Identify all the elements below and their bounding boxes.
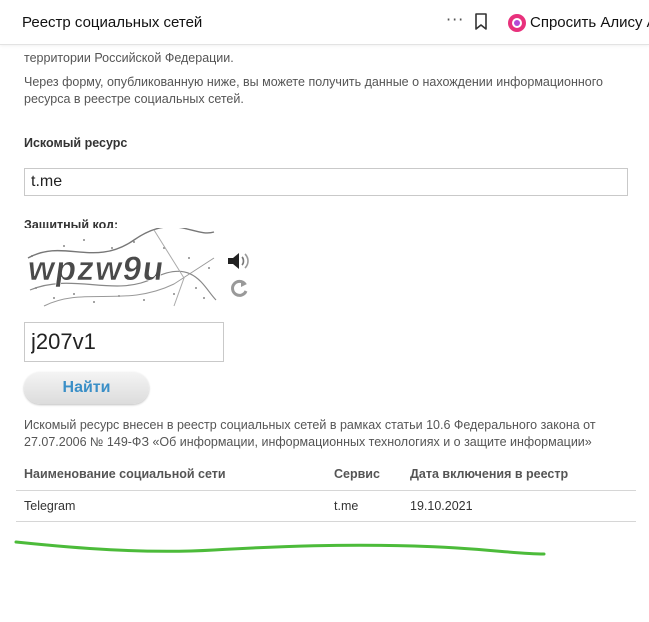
header-inclusion-date: Дата включения в реестр <box>402 458 636 491</box>
intro-paragraph: Через форму, опубликованную ниже, вы мож… <box>24 75 603 106</box>
cell-service: t.me <box>326 490 402 522</box>
ask-alice-label: Спросить Алису А <box>530 14 649 31</box>
table-header-row: Наименование социальной сети Сервис Дата… <box>16 458 636 491</box>
page-title: Реестр социальных сетей <box>22 14 203 31</box>
cell-inclusion-date: 19.10.2021 <box>402 490 636 522</box>
table-row: Telegram t.me 19.10.2021 <box>16 490 636 522</box>
bookmark-icon[interactable] <box>474 13 488 31</box>
captcha-text: wpzw9u <box>25 250 168 288</box>
browser-top-bar: Реестр социальных сетей ··· Спросить Али… <box>0 0 649 45</box>
refresh-captcha-icon[interactable] <box>228 277 250 299</box>
green-marker-underline <box>14 540 546 556</box>
find-button[interactable]: Найти <box>24 372 149 404</box>
alice-icon <box>508 14 526 32</box>
result-message: Искомый ресурс внесен в реестр социальны… <box>24 418 596 449</box>
audio-captcha-icon[interactable] <box>226 250 252 272</box>
more-menu-icon[interactable]: ··· <box>446 10 464 29</box>
header-network-name: Наименование социальной сети <box>16 458 326 491</box>
resource-input[interactable] <box>24 168 628 196</box>
captcha-code-input[interactable] <box>24 322 224 362</box>
cell-network-name: Telegram <box>16 490 326 522</box>
results-table: Наименование социальной сети Сервис Дата… <box>16 458 636 522</box>
resource-label: Искомый ресурс <box>24 136 128 150</box>
intro-cut-line: территории Российской Федерации. <box>24 51 234 65</box>
captcha-image: wpzw9u <box>24 228 219 310</box>
header-service: Сервис <box>326 458 402 491</box>
